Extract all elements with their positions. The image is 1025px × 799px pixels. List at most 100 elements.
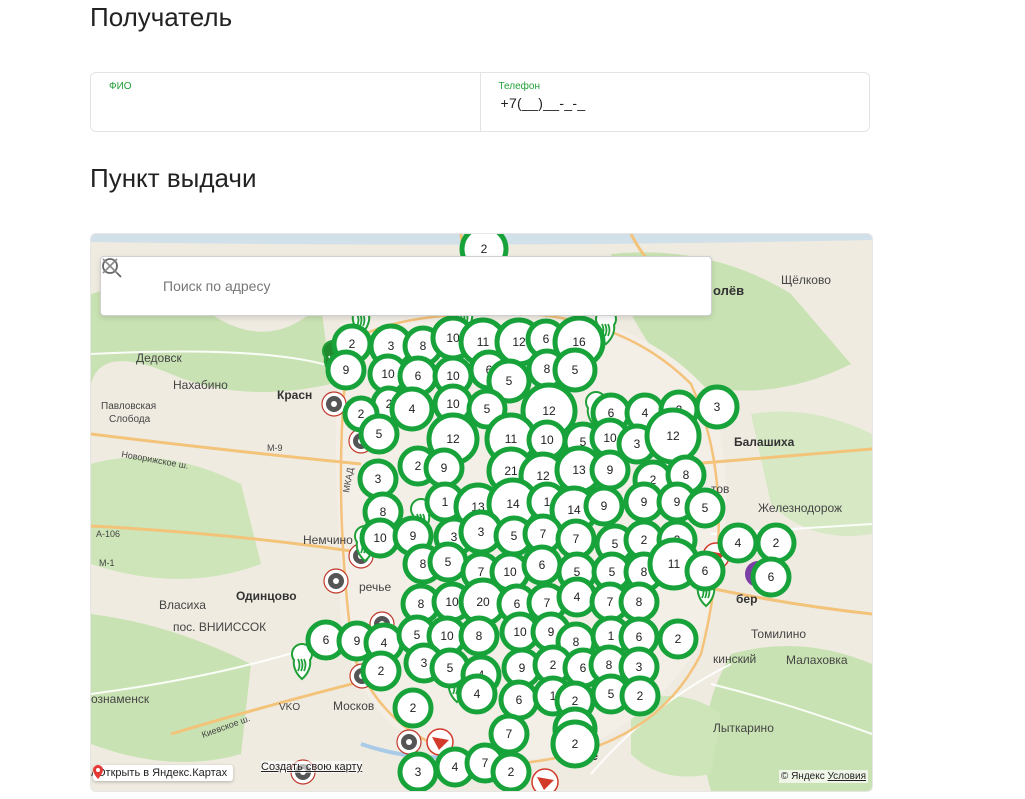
pickup-cluster[interactable]: 12 (644, 407, 702, 465)
pickup-heading: Пункт выдачи (90, 163, 257, 193)
cluster-count: 5 (445, 555, 452, 569)
cluster-count: 12 (536, 469, 550, 483)
cluster-count: 6 (323, 633, 330, 647)
cluster-count: 7 (544, 596, 551, 610)
phone-value[interactable]: +7(__)__-_-_ (501, 95, 586, 111)
map-copyright: © Яндекс Условия (778, 770, 868, 783)
pickup-cluster[interactable]: 2 (657, 618, 699, 660)
place-label: А-106 (96, 529, 120, 539)
pickup-cluster[interactable]: 2 (755, 522, 797, 564)
cluster-count: 2 (378, 664, 385, 678)
pickup-cluster[interactable]: 5 (358, 413, 400, 455)
cluster-count: 5 (414, 628, 421, 642)
terms-link[interactable]: Условия (827, 771, 866, 782)
copyright-text: © Яндекс (780, 771, 825, 782)
cluster-count: 10 (445, 595, 459, 609)
pickup-cluster[interactable]: 4 (389, 386, 435, 432)
place-label: олёв (713, 283, 744, 298)
pickup-point-pin[interactable] (321, 391, 347, 417)
cluster-count: 4 (409, 402, 416, 416)
address-search-input[interactable] (161, 265, 655, 307)
recipient-heading: Получатель (90, 2, 233, 32)
cluster-count: 8 (420, 339, 427, 353)
cluster-count: 9 (674, 495, 681, 509)
cluster-count: 12 (666, 429, 680, 443)
cluster-count: 11 (668, 557, 681, 571)
pickup-cluster[interactable]: 4 (456, 673, 498, 715)
cluster-count: 10 (446, 369, 460, 383)
pickup-cluster[interactable]: 4 (717, 522, 759, 564)
cluster-count: 3 (421, 656, 428, 670)
pickup-cluster[interactable]: 9 (325, 349, 367, 391)
cluster-count: 9 (548, 625, 555, 639)
cluster-count: 4 (574, 590, 581, 604)
cluster-count: 7 (607, 595, 614, 609)
cluster-count: 10 (446, 397, 460, 411)
cluster-count: 9 (519, 661, 526, 675)
cluster-count: 8 (683, 468, 690, 482)
pickup-cluster[interactable]: 6 (521, 544, 563, 586)
pickup-cluster[interactable]: 2 (550, 719, 600, 769)
map-canvas[interactable]: БрёховоДолгопролёвЩёлковоДедовскНахабино… (91, 234, 872, 791)
pickup-cluster[interactable]: 5 (427, 541, 469, 583)
cluster-count: 2 (415, 459, 422, 473)
cluster-count: 8 (418, 597, 425, 611)
create-map-link[interactable]: Создать свою карту (261, 761, 363, 773)
cluster-count: 2 (550, 658, 557, 672)
cluster-count: 7 (540, 527, 547, 541)
pickup-cluster[interactable]: 3 (397, 751, 439, 791)
cluster-count: 12 (512, 335, 526, 349)
cluster-count: 4 (452, 760, 459, 774)
pickup-cluster[interactable]: 6 (684, 550, 726, 592)
cluster-count: 3 (415, 765, 422, 779)
pickup-cluster[interactable]: 9 (423, 447, 465, 489)
cluster-count: 10 (446, 331, 460, 345)
cluster-count: 9 (354, 634, 361, 648)
cluster-count: 8 (544, 362, 551, 376)
pickup-cluster[interactable]: 6 (498, 679, 540, 721)
clear-search-icon[interactable] (102, 257, 711, 315)
cluster-count: 6 (580, 661, 587, 675)
cluster-count: 6 (514, 597, 521, 611)
pickup-cluster[interactable]: 6 (750, 556, 792, 598)
place-label: Дедовск (136, 351, 182, 365)
pickup-point-pin[interactable] (323, 568, 349, 594)
pickup-cluster[interactable]: 2 (490, 751, 532, 791)
cluster-count: 3 (634, 437, 641, 451)
partner-pickup-pin[interactable] (531, 768, 559, 791)
place-label: Москов (333, 699, 374, 713)
cluster-count: 1 (544, 495, 551, 509)
fio-field[interactable]: ФИО (91, 73, 480, 131)
cluster-count: 6 (543, 332, 550, 346)
place-label: речье (359, 580, 391, 594)
pickup-cluster[interactable]: 2 (360, 650, 402, 692)
pickup-cluster[interactable]: 8 (458, 615, 500, 657)
place-label: кинский (713, 652, 756, 666)
cluster-count: 7 (573, 532, 580, 546)
pickup-cluster[interactable]: 9 (583, 485, 625, 527)
cluster-count: 9 (441, 461, 448, 475)
cluster-count: 20 (476, 595, 490, 609)
pickup-cluster[interactable]: 2 (392, 687, 434, 729)
cluster-count: 9 (410, 529, 417, 543)
pickup-cluster[interactable]: 3 (357, 458, 399, 500)
cluster-count: 1 (442, 495, 449, 509)
cluster-count: 8 (420, 557, 427, 571)
cluster-count: 10 (603, 431, 617, 445)
pickup-cluster[interactable]: 3 (694, 384, 740, 430)
phone-field[interactable]: Телефон +7(__)__-_-_ (479, 73, 870, 131)
pickup-map[interactable]: БрёховоДолгопролёвЩёлковоДедовскНахабино… (90, 233, 873, 792)
cluster-count: 6 (768, 570, 775, 584)
cluster-count: 9 (601, 499, 608, 513)
open-in-yandex-maps-link[interactable]: Открыть в Яндекс.Картах (93, 765, 234, 781)
pickup-cluster[interactable]: 8 (618, 581, 660, 623)
cluster-count: 5 (447, 661, 454, 675)
pickup-cluster[interactable]: 4 (556, 576, 598, 618)
cluster-count: 16 (572, 335, 586, 349)
pickup-cluster[interactable]: 9 (589, 449, 631, 491)
pickup-cluster[interactable]: 2 (619, 675, 661, 717)
pickup-cluster[interactable]: 5 (684, 487, 726, 529)
pickup-point-pin[interactable] (396, 729, 422, 755)
pickup-cluster[interactable]: 5 (552, 347, 598, 393)
phone-label: Телефон (498, 81, 540, 92)
